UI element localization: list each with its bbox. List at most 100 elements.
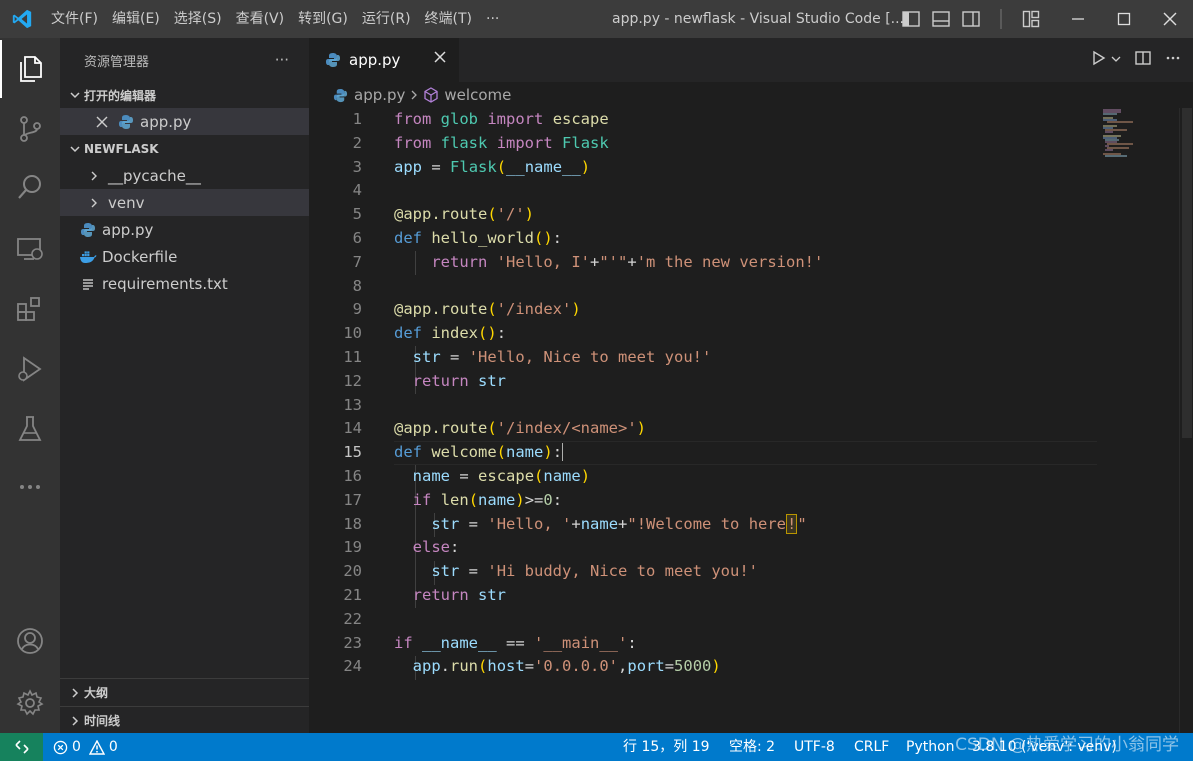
source-control-icon[interactable] bbox=[0, 100, 60, 158]
timeline-section[interactable]: 时间线 bbox=[60, 706, 309, 734]
explorer-more-button[interactable]: ··· bbox=[275, 51, 289, 69]
cursor-position[interactable]: 行 15，列 19 bbox=[623, 733, 710, 761]
close-tab-icon[interactable] bbox=[433, 50, 447, 68]
toggle-panel-icon[interactable] bbox=[930, 8, 952, 30]
maximize-icon[interactable] bbox=[1101, 0, 1147, 38]
tree-item-label: venv bbox=[108, 193, 145, 212]
tree-item-label: requirements.txt bbox=[102, 274, 228, 293]
menu-file[interactable]: 文件(F) bbox=[44, 0, 105, 38]
code-line: 3 app = Flask(__name__) bbox=[352, 157, 591, 176]
explorer-icon[interactable] bbox=[0, 40, 60, 98]
code-line: 20 str = 'Hi buddy, Nice to meet you!' bbox=[343, 562, 758, 581]
toggle-secondary-sidebar-icon[interactable] bbox=[960, 8, 982, 30]
code-line: 21 return str bbox=[343, 586, 507, 604]
chevron-right-icon bbox=[66, 687, 84, 699]
testing-icon[interactable] bbox=[0, 400, 60, 458]
tree-item-label: Dockerfile bbox=[102, 247, 178, 266]
timeline-label: 时间线 bbox=[84, 714, 121, 728]
run-debug-icon[interactable] bbox=[0, 340, 60, 398]
explorer-sidebar: 资源管理器 ··· 打开的编辑器 app.py NEWFLASK __pycac… bbox=[60, 38, 309, 733]
code-line: 22 bbox=[343, 609, 362, 628]
code-line: 10 def index(): bbox=[343, 324, 507, 343]
more-views-icon[interactable] bbox=[0, 458, 60, 516]
python-file-icon bbox=[325, 52, 341, 68]
code-line: 8 bbox=[352, 276, 362, 295]
minimap[interactable] bbox=[1099, 108, 1179, 733]
menu-selection[interactable]: 选择(S) bbox=[167, 0, 229, 38]
chevron-down-icon[interactable] bbox=[1111, 53, 1121, 68]
code-line: 1 from glob import escape bbox=[352, 110, 609, 128]
editor-tab-bar: app.py bbox=[309, 38, 1193, 82]
menu-edit[interactable]: 编辑(E) bbox=[105, 0, 167, 38]
tree-item-venv[interactable]: venv bbox=[60, 189, 309, 216]
close-window-icon[interactable] bbox=[1147, 0, 1193, 38]
code-line: 14 @app.route('/index/<name>') bbox=[343, 419, 646, 438]
indentation[interactable]: 空格: 2 bbox=[729, 733, 775, 761]
remote-explorer-icon[interactable] bbox=[0, 220, 60, 278]
code-line: 16 name = escape(name) bbox=[343, 467, 591, 485]
menu-go[interactable]: 转到(G) bbox=[291, 0, 355, 38]
code-line: 4 bbox=[352, 181, 362, 200]
python-file-icon bbox=[78, 220, 98, 240]
tree-item-label: app.py bbox=[102, 220, 154, 239]
minimize-icon[interactable] bbox=[1055, 0, 1101, 38]
vertical-scrollbar[interactable] bbox=[1179, 108, 1193, 733]
language-mode[interactable]: Python bbox=[906, 733, 955, 761]
line-ending[interactable]: CRLF bbox=[854, 733, 889, 761]
tree-item-requirements[interactable]: requirements.txt bbox=[60, 270, 309, 297]
menu-bar: 文件(F) 编辑(E) 选择(S) 查看(V) 转到(G) 运行(R) 终端(T… bbox=[44, 0, 506, 38]
search-icon[interactable] bbox=[0, 158, 60, 216]
chevron-right-icon bbox=[66, 715, 84, 727]
breadcrumb-file[interactable]: app.py bbox=[354, 86, 405, 104]
open-editor-label: app.py bbox=[140, 112, 192, 131]
close-icon[interactable] bbox=[92, 112, 112, 132]
chevron-down-icon bbox=[66, 143, 84, 155]
open-editors-label: 打开的编辑器 bbox=[84, 88, 157, 103]
code-line: 7 return 'Hello, I'+"'"+'m the new versi… bbox=[352, 252, 824, 271]
explorer-title: 资源管理器 bbox=[84, 54, 150, 70]
run-python-icon[interactable] bbox=[1091, 50, 1107, 70]
tree-item-pycache[interactable]: __pycache__ bbox=[60, 162, 309, 189]
split-editor-icon[interactable] bbox=[1135, 50, 1151, 70]
text-file-icon bbox=[78, 274, 98, 294]
customize-layout-icon[interactable] bbox=[1020, 8, 1042, 30]
problems-indicator[interactable]: 0 0 bbox=[53, 733, 118, 761]
extensions-icon[interactable] bbox=[0, 280, 60, 338]
toggle-sidebar-icon[interactable] bbox=[900, 8, 922, 30]
menu-run[interactable]: 运行(R) bbox=[355, 0, 418, 38]
tree-item-label: __pycache__ bbox=[108, 166, 201, 185]
warning-icon bbox=[88, 739, 105, 755]
open-editor-item[interactable]: app.py bbox=[60, 108, 309, 135]
activity-bar bbox=[0, 38, 60, 733]
tree-item-dockerfile[interactable]: Dockerfile bbox=[60, 243, 309, 270]
code-line: 19 else: bbox=[343, 538, 460, 557]
layout-controls bbox=[900, 0, 1042, 38]
window-title: app.py - newflask - Visual Studio Code [… bbox=[612, 11, 905, 27]
python-file-icon bbox=[333, 88, 348, 103]
outline-label: 大纲 bbox=[84, 686, 109, 700]
code-line: 2 from flask import Flask bbox=[352, 133, 609, 152]
chevron-right-icon bbox=[84, 193, 104, 213]
remote-indicator-icon[interactable] bbox=[0, 733, 43, 761]
breadcrumb-symbol[interactable]: welcome bbox=[444, 86, 511, 104]
explorer-header: 资源管理器 ··· bbox=[60, 38, 309, 82]
folder-section[interactable]: NEWFLASK bbox=[60, 136, 309, 162]
code-line: 11 str = 'Hello, Nice to meet you!' bbox=[343, 348, 712, 366]
open-editors-section[interactable]: 打开的编辑器 bbox=[60, 82, 309, 108]
account-icon[interactable] bbox=[0, 612, 60, 670]
outline-section[interactable]: 大纲 bbox=[60, 678, 309, 706]
breadcrumb: app.py welcome bbox=[309, 82, 1193, 108]
watermark: CSDN @热爱学习的小翁同学 bbox=[955, 735, 1179, 755]
code-editor[interactable]: 1 from glob import escape 2 from flask imp… bbox=[309, 108, 1099, 733]
code-line: 9 @app.route('/index') bbox=[352, 300, 581, 319]
more-actions-icon[interactable] bbox=[1165, 50, 1181, 70]
encoding[interactable]: UTF-8 bbox=[794, 733, 835, 761]
menu-view[interactable]: 查看(V) bbox=[229, 0, 292, 38]
menu-terminal[interactable]: 终端(T) bbox=[418, 0, 479, 38]
tree-item-app-py[interactable]: app.py bbox=[60, 216, 309, 243]
scrollbar-thumb[interactable] bbox=[1182, 108, 1192, 438]
menu-more[interactable]: ··· bbox=[479, 0, 506, 38]
error-count: 0 bbox=[72, 739, 81, 755]
settings-gear-icon[interactable] bbox=[0, 674, 60, 732]
tab-app-py[interactable]: app.py bbox=[309, 38, 459, 82]
